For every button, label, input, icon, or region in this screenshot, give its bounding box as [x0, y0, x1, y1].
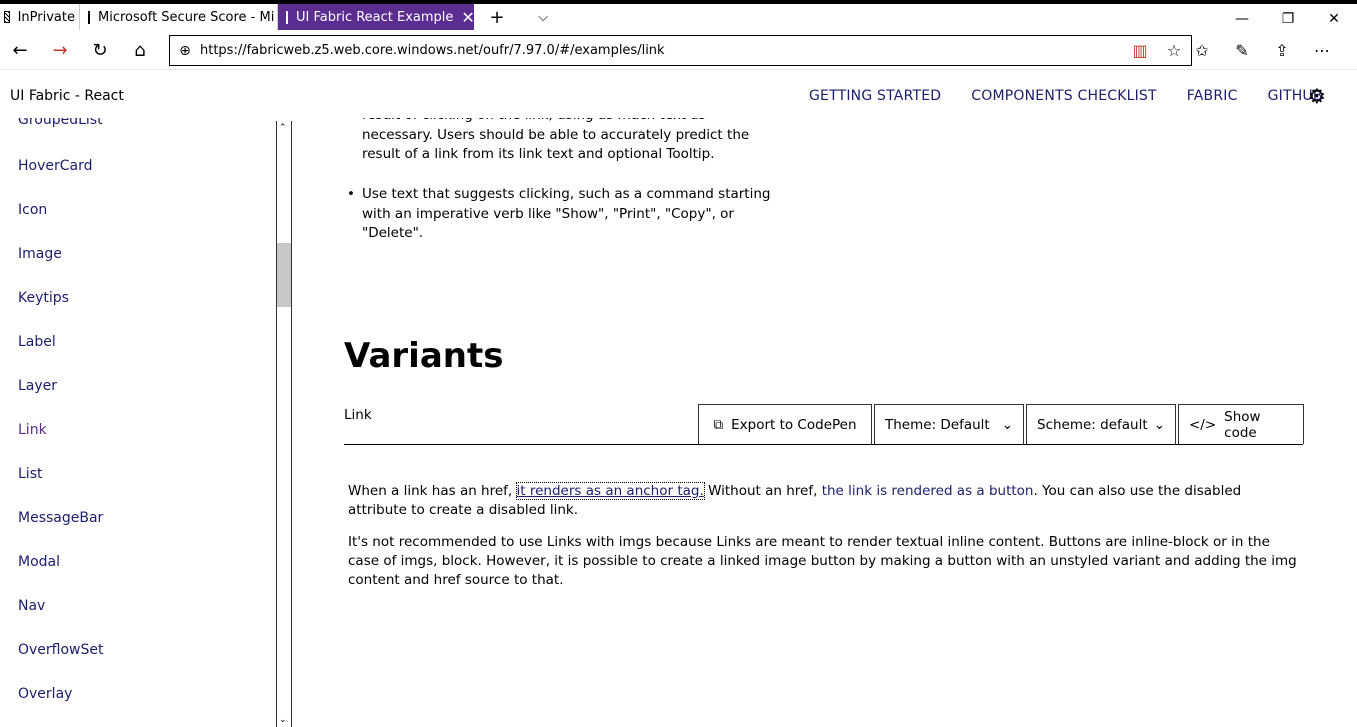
- top-nav: GETTING STARTED COMPONENTS CHECKLIST FAB…: [809, 88, 1353, 104]
- inprivate-label: InPrivate: [17, 9, 75, 25]
- example-paragraph: It's not recommended to use Links with i…: [348, 534, 1297, 588]
- reading-view-icon[interactable]: ▥: [1123, 41, 1157, 60]
- sidebar-item-modal[interactable]: Modal: [18, 554, 60, 570]
- divider: [344, 444, 1303, 445]
- brand-title[interactable]: UI Fabric - React: [10, 88, 124, 104]
- pen-icon[interactable]: ✎: [1222, 41, 1262, 60]
- scrollbar-thumb[interactable]: [277, 243, 291, 307]
- refresh-icon[interactable]: ↻: [80, 33, 120, 69]
- sidebar-item-hovercard[interactable]: HoverCard: [18, 158, 93, 174]
- sidebar-item-icon[interactable]: Icon: [18, 202, 47, 218]
- theme-dropdown[interactable]: Theme: Default ⌄: [874, 404, 1024, 444]
- tab-list-chevron-icon[interactable]: ⌵: [520, 4, 566, 30]
- sidebar-item-groupedlist[interactable]: GroupedList: [18, 118, 103, 128]
- gear-icon[interactable]: ⚙: [1308, 84, 1326, 108]
- example-title: Link: [344, 407, 372, 423]
- inprivate-indicator[interactable]: InPrivate: [0, 4, 80, 30]
- sidebar-item-layer[interactable]: Layer: [18, 378, 57, 394]
- address-row: ← → ↻ ⌂ ⊕ https://fabricweb.z5.web.core.…: [0, 32, 1357, 70]
- globe-icon: ⊕: [179, 42, 191, 59]
- page-icon: [286, 10, 288, 24]
- sidebar-item-link[interactable]: Link: [18, 422, 47, 438]
- sidebar: GroupedList HoverCard Icon Image Keytips…: [0, 118, 276, 727]
- scroll-down-icon[interactable]: ⌄: [279, 715, 287, 725]
- browser-toolbar: ✩ ✎ ⇪ ⋯: [1182, 32, 1342, 68]
- sidebar-item-label[interactable]: Label: [18, 334, 56, 350]
- sidebar-item-list[interactable]: List: [18, 466, 42, 482]
- tab-title: UI Fabric React Example: [296, 9, 454, 25]
- favorites-icon[interactable]: ✩: [1182, 41, 1222, 60]
- restore-icon[interactable]: ❐: [1265, 8, 1311, 30]
- sidebar-item-nav[interactable]: Nav: [18, 598, 45, 614]
- share-icon[interactable]: ⇪: [1262, 41, 1302, 60]
- app-header: UI Fabric - React GETTING STARTED COMPON…: [0, 78, 1357, 116]
- new-tab-icon[interactable]: +: [474, 4, 520, 30]
- window-close-icon[interactable]: ✕: [1311, 8, 1357, 30]
- back-icon[interactable]: ←: [0, 33, 40, 69]
- scheme-dropdown[interactable]: Scheme: default ⌄: [1026, 404, 1176, 444]
- more-icon[interactable]: ⋯: [1302, 41, 1342, 60]
- nav-getting-started[interactable]: GETTING STARTED: [809, 88, 941, 104]
- export-codepen-button[interactable]: ⧉ Export to CodePen: [698, 404, 872, 444]
- bullet-icon: •: [347, 186, 355, 202]
- list-item: result of clicking on the link, using as…: [362, 118, 750, 162]
- tab-title: Microsoft Secure Score - Mi: [98, 9, 275, 25]
- address-bar[interactable]: ⊕ https://fabricweb.z5.web.core.windows.…: [169, 35, 1192, 66]
- minimize-icon[interactable]: —: [1219, 8, 1265, 30]
- tab-strip: InPrivate Microsoft Secure Score - Mi UI…: [0, 0, 1357, 30]
- show-code-button[interactable]: </> Show code: [1178, 404, 1304, 444]
- forward-icon[interactable]: →: [40, 33, 80, 69]
- chevron-down-icon: ⌄: [1001, 416, 1013, 433]
- nav-fabric[interactable]: FABRIC: [1187, 88, 1238, 104]
- main-content: result of clicking on the link, using as…: [292, 118, 1352, 727]
- sidebar-scrollbar[interactable]: ⌃ ⌄: [276, 121, 292, 727]
- button-link[interactable]: the link is rendered as a button: [822, 483, 1034, 499]
- inprivate-icon: [4, 11, 10, 23]
- nav-components-checklist[interactable]: COMPONENTS CHECKLIST: [971, 88, 1157, 104]
- anchor-link[interactable]: it renders as an anchor tag.: [515, 482, 705, 500]
- tab-secure-score[interactable]: Microsoft Secure Score - Mi: [80, 4, 278, 30]
- external-link-icon: ⧉: [713, 416, 724, 433]
- sidebar-item-messagebar[interactable]: MessageBar: [18, 510, 103, 526]
- code-icon: </>: [1189, 416, 1217, 433]
- sidebar-item-keytips[interactable]: Keytips: [18, 290, 69, 306]
- chevron-down-icon: ⌄: [1153, 416, 1165, 433]
- example-paragraph: When a link has an href, it renders as a…: [348, 482, 1242, 518]
- tab-fabric-example[interactable]: UI Fabric React Example ✕: [278, 4, 474, 30]
- home-icon[interactable]: ⌂: [120, 33, 160, 69]
- example-toolbar: ⧉ Export to CodePen Theme: Default ⌄ Sch…: [698, 404, 1304, 444]
- page-icon: [88, 10, 90, 24]
- window-controls: — ❐ ✕: [1219, 8, 1357, 30]
- close-tab-icon[interactable]: ✕: [461, 8, 474, 27]
- sidebar-item-overlay[interactable]: Overlay: [18, 686, 72, 702]
- sidebar-item-overflowset[interactable]: OverflowSet: [18, 642, 104, 658]
- url-text[interactable]: https://fabricweb.z5.web.core.windows.ne…: [200, 43, 1123, 58]
- section-heading: Variants: [344, 336, 504, 376]
- sidebar-item-image[interactable]: Image: [18, 246, 62, 262]
- scroll-up-icon[interactable]: ⌃: [279, 123, 287, 133]
